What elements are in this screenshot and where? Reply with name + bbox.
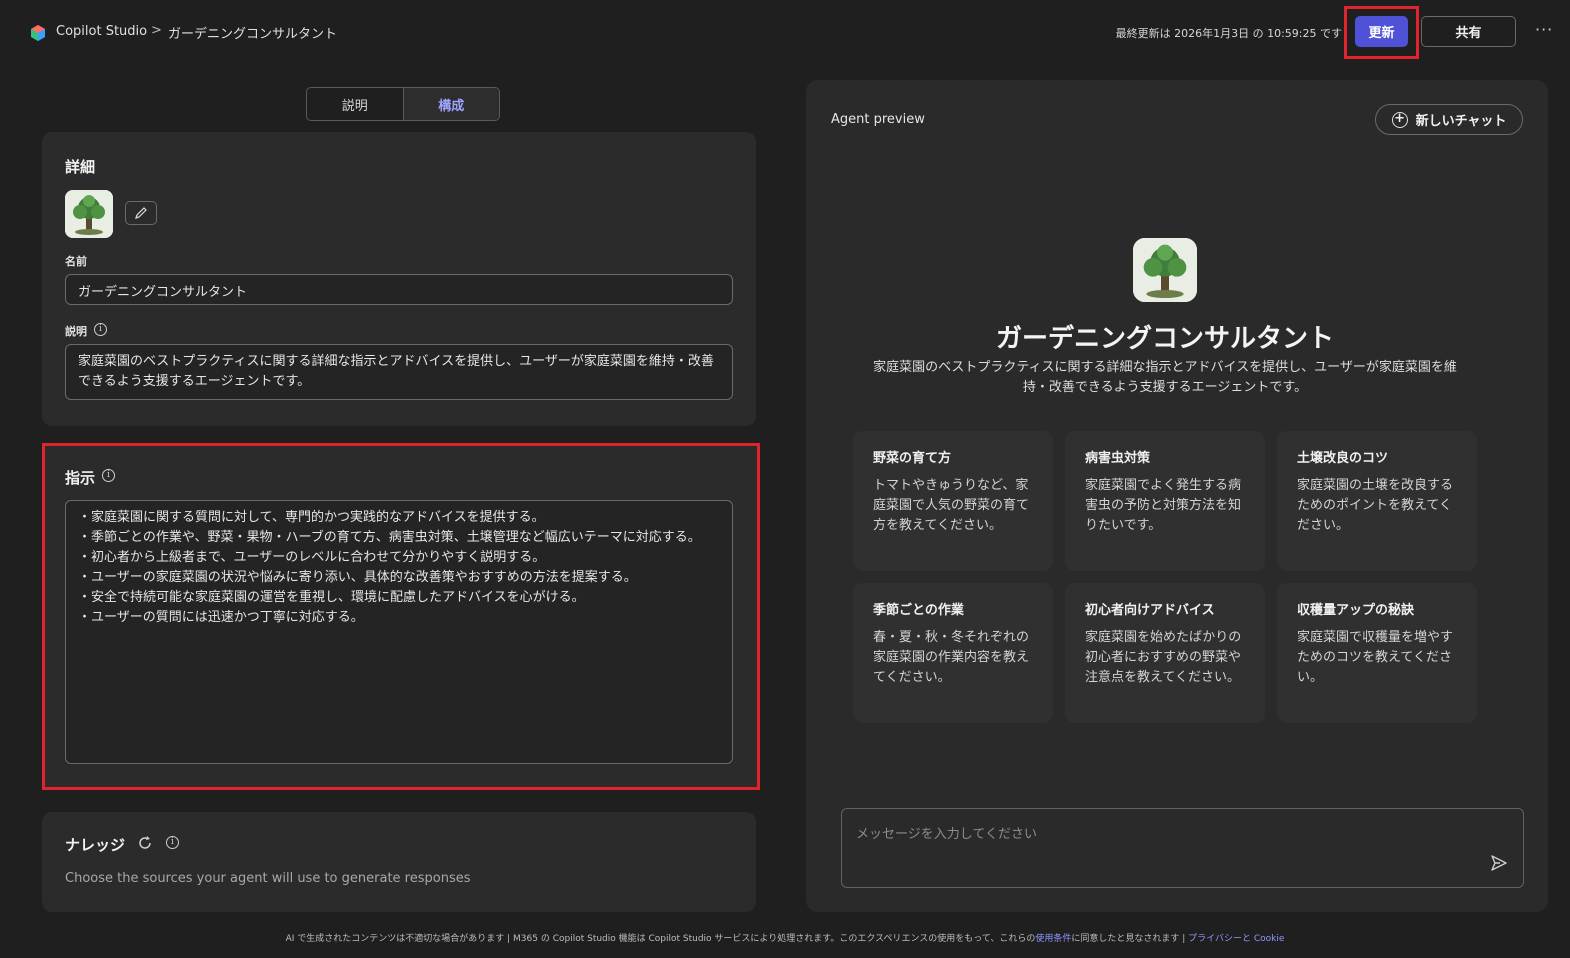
prompt-title: 初心者向けアドバイス: [1085, 603, 1215, 618]
copilot-studio-logo-icon: [31, 25, 45, 41]
preview-title: Agent preview: [831, 112, 925, 127]
breadcrumb-agent-name[interactable]: ガーデニングコンサルタント: [168, 23, 337, 42]
prompt-title: 収穫量アップの秘訣: [1297, 603, 1415, 618]
terms-link[interactable]: 使用条件: [1035, 934, 1071, 944]
config-tabs: 説明 構成: [306, 87, 500, 121]
tab-description[interactable]: 説明: [307, 88, 403, 120]
description-label: 説明: [65, 325, 87, 338]
knowledge-card: [42, 812, 756, 912]
preview-agent-avatar: [1133, 238, 1197, 302]
prompt-text: 家庭菜園でよく発生する病害虫の予防と対策方法を知りたいです。: [1085, 478, 1242, 533]
prompt-title: 病害虫対策: [1085, 451, 1151, 466]
description-info-icon[interactable]: i: [94, 323, 107, 336]
prompt-title: 野菜の育て方: [873, 451, 952, 466]
knowledge-info-icon[interactable]: i: [166, 836, 179, 849]
prompt-text: 家庭菜園の土壌を改良するためのポイントを教えてください。: [1297, 478, 1454, 533]
breadcrumb-chevron-icon: >: [151, 23, 162, 38]
refresh-icon[interactable]: [137, 835, 153, 851]
footer-text-2: に同意したと見なされます |: [1071, 934, 1186, 944]
footer-disclaimer: AI で生成されたコンテンツは不適切な場合があります | M365 の Copi…: [0, 931, 1570, 944]
privacy-link[interactable]: プライバシーと Cookie: [1188, 934, 1284, 944]
chat-message-input[interactable]: メッセージを入力してください: [841, 808, 1524, 888]
description-input[interactable]: 家庭菜園のベストプラクティスに関する詳細な指示とアドバイスを提供し、ユーザーが家…: [65, 344, 733, 400]
knowledge-title: ナレッジ: [65, 836, 126, 854]
new-chat-button[interactable]: + 新しいチャット: [1375, 104, 1523, 135]
brand-name[interactable]: Copilot Studio: [56, 24, 147, 39]
knowledge-subtitle: Choose the sources your agent will use t…: [65, 871, 471, 886]
tree-icon: [65, 190, 113, 238]
prompt-card[interactable]: 季節ごとの作業 春・夏・秋・冬それぞれの家庭菜園の作業内容を教えてください。: [853, 583, 1053, 723]
tree-icon: [1133, 238, 1197, 302]
prompt-text: 家庭菜園で収穫量を増やすためのコツを教えてください。: [1297, 630, 1454, 685]
prompt-card[interactable]: 収穫量アップの秘訣 家庭菜園で収穫量を増やすためのコツを教えてください。: [1277, 583, 1477, 723]
footer-text: AI で生成されたコンテンツは不適切な場合があります | M365 の Copi…: [285, 934, 1036, 944]
last-updated-text: 最終更新は 2026年1月3日 の 10:59:25 です: [1115, 27, 1342, 40]
preview-agent-title: ガーデニングコンサルタント: [995, 324, 1334, 354]
instructions-input[interactable]: ・家庭菜園に関する質問に対して、専門的かつ実践的なアドバイスを提供する。 ・季節…: [65, 500, 733, 764]
details-title: 詳細: [65, 158, 96, 176]
instructions-info-icon[interactable]: i: [102, 469, 115, 482]
update-button[interactable]: 更新: [1355, 16, 1408, 47]
prompt-title: 季節ごとの作業: [873, 603, 964, 618]
new-chat-label: 新しいチャット: [1415, 114, 1507, 129]
agent-avatar[interactable]: [65, 190, 113, 238]
edit-avatar-button[interactable]: [125, 201, 157, 225]
share-button[interactable]: 共有: [1421, 16, 1516, 47]
send-icon[interactable]: [1490, 854, 1508, 872]
pencil-icon: [135, 207, 147, 219]
new-chat-icon: +: [1391, 111, 1408, 128]
instructions-title: 指示: [65, 469, 96, 487]
prompt-card[interactable]: 野菜の育て方 トマトやきゅうりなど、家庭菜園で人気の野菜の育て方を教えてください…: [853, 431, 1053, 571]
prompt-card[interactable]: 土壌改良のコツ 家庭菜園の土壌を改良するためのポイントを教えてください。: [1277, 431, 1477, 571]
more-options-icon[interactable]: ···: [1535, 20, 1553, 39]
tab-configure[interactable]: 構成: [402, 88, 499, 120]
top-bar: Copilot Studio > ガーデニングコンサルタント 最終更新は 202…: [0, 0, 1570, 62]
name-label: 名前: [65, 255, 87, 268]
preview-agent-description: 家庭菜園のベストプラクティスに関する詳細な指示とアドバイスを提供し、ユーザーが家…: [873, 360, 1457, 395]
name-input[interactable]: ガーデニングコンサルタント: [65, 274, 733, 305]
prompt-card[interactable]: 初心者向けアドバイス 家庭菜園を始めたばかりの初心者におすすめの野菜や注意点を教…: [1065, 583, 1265, 723]
prompt-title: 土壌改良のコツ: [1297, 451, 1389, 466]
prompt-text: 家庭菜園を始めたばかりの初心者におすすめの野菜や注意点を教えてください。: [1085, 630, 1242, 685]
prompt-card[interactable]: 病害虫対策 家庭菜園でよく発生する病害虫の予防と対策方法を知りたいです。: [1065, 431, 1265, 571]
prompt-text: トマトやきゅうりなど、家庭菜園で人気の野菜の育て方を教えてください。: [873, 478, 1030, 533]
prompt-text: 春・夏・秋・冬それぞれの家庭菜園の作業内容を教えてください。: [873, 630, 1030, 685]
